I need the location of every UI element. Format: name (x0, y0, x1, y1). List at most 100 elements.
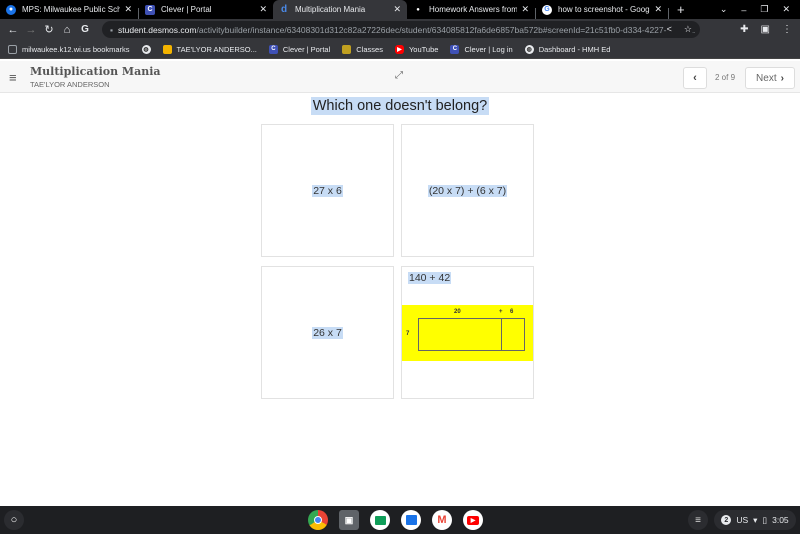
choice-card[interactable]: 140 + 42 20 + 6 7 (401, 266, 534, 399)
address-bar[interactable]: ▪ student.desmos.com/activitybuilder/ins… (102, 21, 700, 38)
close-window-icon[interactable]: ✕ (782, 4, 790, 15)
side-panel-icon[interactable]: ▣ (761, 24, 770, 35)
google-classroom-icon[interactable] (370, 510, 390, 530)
hamburger-menu-icon[interactable]: ≡ (9, 70, 17, 85)
tab-mps[interactable]: ● MPS: Milwaukee Public Schoo ✕ (0, 0, 138, 19)
next-label: Next (756, 72, 777, 84)
choice-card[interactable]: 27 x 6 (261, 124, 394, 257)
slides-icon (162, 44, 172, 54)
chrome-icon[interactable] (308, 510, 328, 530)
new-tab-button[interactable]: + (677, 2, 685, 17)
fullscreen-icon[interactable]: ⤢ (395, 70, 403, 81)
page-indicator[interactable]: 2 of 9 (715, 73, 735, 82)
globe-icon: ◍ (141, 44, 151, 54)
mps-icon: ● (6, 4, 16, 15)
area-label-side: 7 (406, 331, 410, 337)
tab-title: Multiplication Mania (295, 5, 366, 14)
url-host: student.desmos.com (118, 24, 197, 35)
folder-icon (8, 44, 17, 54)
share-icon[interactable]: < (667, 24, 672, 35)
gmail-icon[interactable]: M (432, 510, 452, 530)
bookmark-label: Clever | Portal (282, 44, 331, 54)
desmos-icon: d (280, 4, 288, 15)
area-label-tens: 20 (454, 309, 461, 315)
bookmark-slides[interactable]: TAE'LYOR ANDERSO... (162, 44, 257, 54)
more-menu-icon[interactable]: ⋮ (782, 24, 792, 35)
bookmark-star-icon[interactable]: ☆ (684, 24, 692, 35)
close-icon[interactable]: ✕ (124, 4, 132, 15)
tab-title: how to screenshot - Google Se (558, 5, 650, 14)
back-icon[interactable]: ← (4, 24, 22, 36)
wifi-icon: ▾ (753, 514, 758, 525)
clever-icon: C (450, 44, 460, 54)
previous-screen-button[interactable]: ‹ (683, 67, 707, 89)
card-text: 27 x 6 (312, 184, 343, 197)
close-icon[interactable]: ✕ (393, 4, 401, 15)
close-icon[interactable]: ✕ (654, 4, 662, 15)
globe-icon: ◍ (524, 44, 534, 54)
bookmark-label: Classes (356, 44, 383, 54)
tab-title: MPS: Milwaukee Public Schoo (22, 5, 121, 14)
bookmark-youtube[interactable]: ▶ YouTube (394, 44, 438, 54)
bookmark-hmh[interactable]: ◍ Dashboard - HMH Ed (524, 44, 610, 54)
toolbar-right: ✚ ▣ ⋮ (740, 24, 792, 35)
keyboard-layout: US (736, 515, 749, 525)
minimize-icon[interactable]: – (741, 5, 746, 15)
bookmark-clever-login[interactable]: C Clever | Log in (450, 44, 513, 54)
youtube-icon[interactable]: ▶ (463, 510, 483, 530)
choice-card[interactable]: (20 x 7) + (6 x 7) (401, 124, 534, 257)
toolbar: ← → ↻ ⌂ G ▪ student.desmos.com/activityb… (0, 19, 800, 40)
youtube-icon: ▶ (394, 44, 404, 54)
chevron-left-icon: ‹ (693, 72, 697, 84)
os-shelf: ○ ▣ M ▶ ≡ 2 US ▾ ▯ 3:05 (0, 506, 800, 534)
reload-icon[interactable]: ↻ (40, 23, 58, 36)
files-icon[interactable] (401, 510, 421, 530)
launcher-icon[interactable]: ○ (4, 510, 24, 530)
bookmark-clever-portal[interactable]: C Clever | Portal (268, 44, 331, 54)
choice-card[interactable]: 26 x 7 (261, 266, 394, 399)
app-box-icon[interactable]: ▣ (339, 510, 359, 530)
bookmark-classes[interactable]: Classes (342, 44, 383, 54)
google-icon: G (542, 4, 552, 15)
card-text: 140 + 42 (408, 272, 452, 284)
area-rect-ones (501, 318, 525, 351)
area-label-ones: 6 (510, 309, 514, 315)
area-label-plus: + (499, 309, 503, 315)
notification-badge: 2 (721, 515, 732, 525)
tab-title: Homework Answers from Sub (429, 5, 518, 14)
next-screen-button[interactable]: Next › (745, 67, 795, 89)
status-tray[interactable]: 2 US ▾ ▯ 3:05 (714, 510, 796, 530)
activity-title: Multiplication Mania (30, 65, 161, 78)
site-info-icon[interactable]: ▪ (110, 25, 113, 35)
bookmark-label: Clever | Log in (464, 44, 513, 54)
tab-clever[interactable]: C Clever | Portal ✕ (139, 0, 273, 19)
home-icon[interactable]: ⌂ (58, 24, 76, 36)
tab-divider (668, 8, 669, 19)
close-icon[interactable]: ✕ (259, 4, 267, 15)
tote-icon[interactable]: ≡ (688, 510, 708, 530)
bookmark-globe[interactable]: ◍ (141, 44, 151, 54)
card-text: (20 x 7) + (6 x 7) (427, 184, 508, 197)
google-g-icon[interactable]: G (76, 24, 94, 35)
bookmarks-bar: milwaukee.k12.wi.us bookmarks ◍ TAE'LYOR… (0, 40, 800, 59)
tab-google-search[interactable]: G how to screenshot - Google Se ✕ (536, 0, 668, 19)
area-rect-tens (418, 318, 502, 351)
close-icon[interactable]: ✕ (521, 4, 529, 15)
tab-strip: ● MPS: Milwaukee Public Schoo ✕ C Clever… (0, 0, 800, 19)
tab-title: Clever | Portal (161, 5, 212, 14)
forward-icon[interactable]: → (22, 24, 40, 36)
tab-multiplication-mania[interactable]: d Multiplication Mania ✕ (273, 0, 407, 19)
battery-icon: ▯ (762, 514, 768, 525)
clever-icon: C (145, 4, 155, 15)
dot-icon: ● (416, 6, 420, 13)
bookmark-folder[interactable]: milwaukee.k12.wi.us bookmarks (8, 44, 130, 54)
clock: 3:05 (772, 515, 789, 525)
question-text: Which one doesn't belong? (310, 97, 490, 115)
tab-homework-answers[interactable]: ● Homework Answers from Sub ✕ (407, 0, 535, 19)
card-text: 26 x 7 (312, 326, 343, 339)
pinned-apps: ▣ M ▶ (308, 510, 483, 530)
area-model-diagram: 20 + 6 7 (402, 305, 533, 361)
tab-search-icon[interactable]: ⌄ (720, 4, 728, 15)
restore-icon[interactable]: ❐ (760, 4, 768, 15)
extensions-icon[interactable]: ✚ (740, 24, 748, 35)
